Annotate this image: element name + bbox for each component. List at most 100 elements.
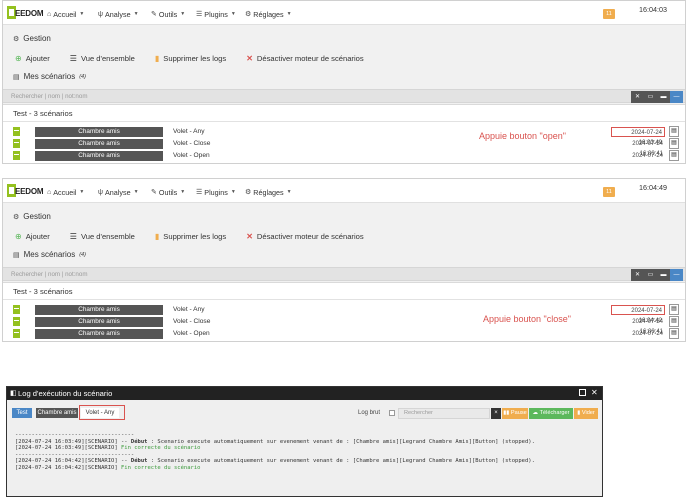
delete-logs-button[interactable]: ▮ Supprimer les logs xyxy=(155,232,226,241)
log-window-header[interactable]: ◧ Log d'exécution du scénario ✕ xyxy=(7,387,602,400)
overview-button[interactable]: ☰ Vue d'ensemble xyxy=(70,232,135,241)
scenario-name[interactable]: Volet - Close xyxy=(173,140,210,147)
breadcrumb-object[interactable]: Chambre amis xyxy=(36,408,78,418)
gear-icon: ⚙ xyxy=(13,213,20,221)
log-file-icon[interactable]: ▤ xyxy=(669,328,679,339)
search-buttons: ✕ ▭ ▬ — xyxy=(631,269,683,281)
stethoscope-icon: ψ xyxy=(98,188,103,196)
jeedom-logo[interactable]: EEDOM xyxy=(7,5,44,21)
jeedom-logo[interactable]: EEDOM xyxy=(7,183,44,199)
actions-row: ⊕ Ajouter ☰ Vue d'ensemble ▮ Supprimer les … xyxy=(15,52,384,64)
menu-analyse[interactable]: ψ Analyse ▼ xyxy=(98,187,139,197)
log-brut-checkbox[interactable] xyxy=(389,410,395,416)
search-input[interactable]: Rechercher | nom | not:nom xyxy=(11,271,87,278)
scenario-icon xyxy=(13,329,20,338)
table-row[interactable]: Chambre amis Volet - Close 2024-07-24 16… xyxy=(3,316,685,335)
table-row[interactable]: Chambre amis Volet - Any 2024-07-24 16:0… xyxy=(3,126,685,146)
menu-analyse[interactable]: ψ Analyse ▼ xyxy=(98,9,139,19)
scenario-name[interactable]: Volet - Open xyxy=(173,330,210,337)
menu-plugins[interactable]: ☰ Plugins ▼ xyxy=(196,187,236,197)
search-input[interactable]: Rechercher | nom | not:nom xyxy=(11,93,87,100)
menu-accueil[interactable]: ⌂ Accueil ▼ xyxy=(47,187,84,197)
menu-outils[interactable]: ✎ Outils ▼ xyxy=(151,9,185,19)
plus-circle-icon: ⊕ xyxy=(15,231,22,241)
log-text: : Scenario execute automatiquement sur e… xyxy=(147,438,535,445)
message-badge[interactable]: 11 xyxy=(603,187,615,197)
gear-icon: ⚙ xyxy=(245,189,252,196)
log-file-icon[interactable]: ▤ xyxy=(669,304,679,315)
object-badge: Chambre amis xyxy=(35,329,163,339)
menu-label: Analyse xyxy=(105,187,131,197)
divider xyxy=(3,299,685,300)
menu-label: Plugins xyxy=(204,187,228,197)
log-file-icon[interactable]: ▤ xyxy=(669,126,679,137)
empty-button[interactable]: ▮ Vider xyxy=(574,408,598,419)
menu-plugins[interactable]: ☰ Plugins ▼ xyxy=(196,9,236,19)
clear-search-icon[interactable]: ✕ xyxy=(631,269,644,281)
log-text: [2024-07-24 16:03:49][SCENARIO] xyxy=(15,445,121,452)
log-file-icon[interactable]: ▤ xyxy=(669,150,679,161)
scenario-name[interactable]: Volet - Close xyxy=(173,318,210,325)
menu-accueil[interactable]: ⌂ Accueil ▼ xyxy=(47,9,84,19)
folder-open-icon[interactable]: ▭ xyxy=(644,269,657,281)
menu-reglages[interactable]: ⚙ Réglages ▼ xyxy=(245,9,292,19)
close-icon[interactable]: ✕ xyxy=(591,388,598,397)
chevron-down-icon: ▼ xyxy=(230,189,236,195)
clear-search-icon[interactable]: ✕ xyxy=(631,91,644,103)
menu-outils[interactable]: ✎ Outils ▼ xyxy=(151,187,185,197)
log-text: [2024-07-24 16:03:49][SCENARIO] -- xyxy=(15,438,131,445)
menu-label: Outils xyxy=(158,187,178,197)
chevron-down-icon: ▼ xyxy=(79,11,85,17)
add-button[interactable]: ⊕ Ajouter xyxy=(15,232,50,241)
group-title[interactable]: Test - 3 scénarios xyxy=(13,109,73,118)
log-text: [2024-07-24 16:04:42][SCENARIO] xyxy=(15,464,121,471)
last-run-date: 2024-07-24 16:03:49 xyxy=(611,127,665,146)
maximize-icon[interactable] xyxy=(579,389,586,396)
delete-logs-button[interactable]: ▮ Supprimer les logs xyxy=(155,54,226,63)
breadcrumb-scenario[interactable]: Volet - Any xyxy=(81,408,119,418)
add-button[interactable]: ⊕ Ajouter xyxy=(15,54,50,63)
table-row[interactable]: Chambre amis Volet - Close 2024-07-24 16… xyxy=(3,138,685,157)
home-icon: ⌂ xyxy=(47,10,52,18)
scenario-name[interactable]: Volet - Any xyxy=(173,306,205,313)
log-bold: Début xyxy=(130,458,148,465)
disable-engine-button[interactable]: ✕ Désactiver moteur de scénarios xyxy=(246,54,363,63)
my-scenarios-title: ▤ Mes scénarios (4) xyxy=(13,250,86,259)
section-title-text: Gestion xyxy=(23,34,51,43)
table-row[interactable]: Chambre amis Volet - Open 2024-07-24 16:… xyxy=(3,328,685,340)
list-icon: ☰ xyxy=(69,231,77,241)
menu-label: Accueil xyxy=(53,187,77,197)
home-icon: ⌂ xyxy=(47,188,52,196)
table-row[interactable]: Chambre amis Volet - Any 2024-07-24 16:0… xyxy=(3,304,685,324)
scenario-icon xyxy=(13,317,20,326)
download-button[interactable]: ☁ Télécharger xyxy=(529,408,573,419)
breadcrumb-test[interactable]: Test xyxy=(12,408,32,418)
folder-open-icon[interactable]: ▭ xyxy=(644,91,657,103)
folder-close-icon[interactable]: ▬ xyxy=(657,91,670,103)
filter-icon[interactable]: — xyxy=(670,91,683,103)
action-label: Ajouter xyxy=(25,231,50,241)
overview-button[interactable]: ☰ Vue d'ensemble xyxy=(70,54,135,63)
scenario-icon xyxy=(13,305,20,314)
menu-reglages[interactable]: ⚙ Réglages ▼ xyxy=(245,187,292,197)
section-title-gestion: ⚙ Gestion xyxy=(13,34,51,43)
message-badge[interactable]: 11 xyxy=(603,9,615,19)
log-file-icon[interactable]: ▤ xyxy=(669,316,679,327)
table-row[interactable]: Chambre amis Volet - Open 2024-07-24 16:… xyxy=(3,150,685,162)
scenario-name[interactable]: Volet - Any xyxy=(173,128,205,135)
pause-button[interactable]: ▮▮ Pause xyxy=(502,408,528,419)
scenario-name[interactable]: Volet - Open xyxy=(173,152,210,159)
group-title[interactable]: Test - 3 scénarios xyxy=(13,287,73,296)
log-file-icon[interactable]: ▤ xyxy=(669,138,679,149)
close-icon: ✕ xyxy=(246,53,253,63)
clear-search-button[interactable]: × xyxy=(491,408,501,419)
list-icon: ☰ xyxy=(196,189,203,196)
filter-icon[interactable]: — xyxy=(670,269,683,281)
menu-label: Analyse xyxy=(105,9,131,19)
disable-engine-button[interactable]: ✕ Désactiver moteur de scénarios xyxy=(246,232,363,241)
jeedom-window-first: EEDOM ⌂ Accueil ▼ ψ Analyse ▼ ✎ Outils ▼ ☰ Plug… xyxy=(2,0,686,164)
folder-close-icon[interactable]: ▬ xyxy=(657,269,670,281)
log-search-input[interactable]: Rechercher xyxy=(398,408,490,419)
annotation-close: Appuie bouton "close" xyxy=(483,314,571,324)
empty-label: Vider xyxy=(581,410,595,416)
